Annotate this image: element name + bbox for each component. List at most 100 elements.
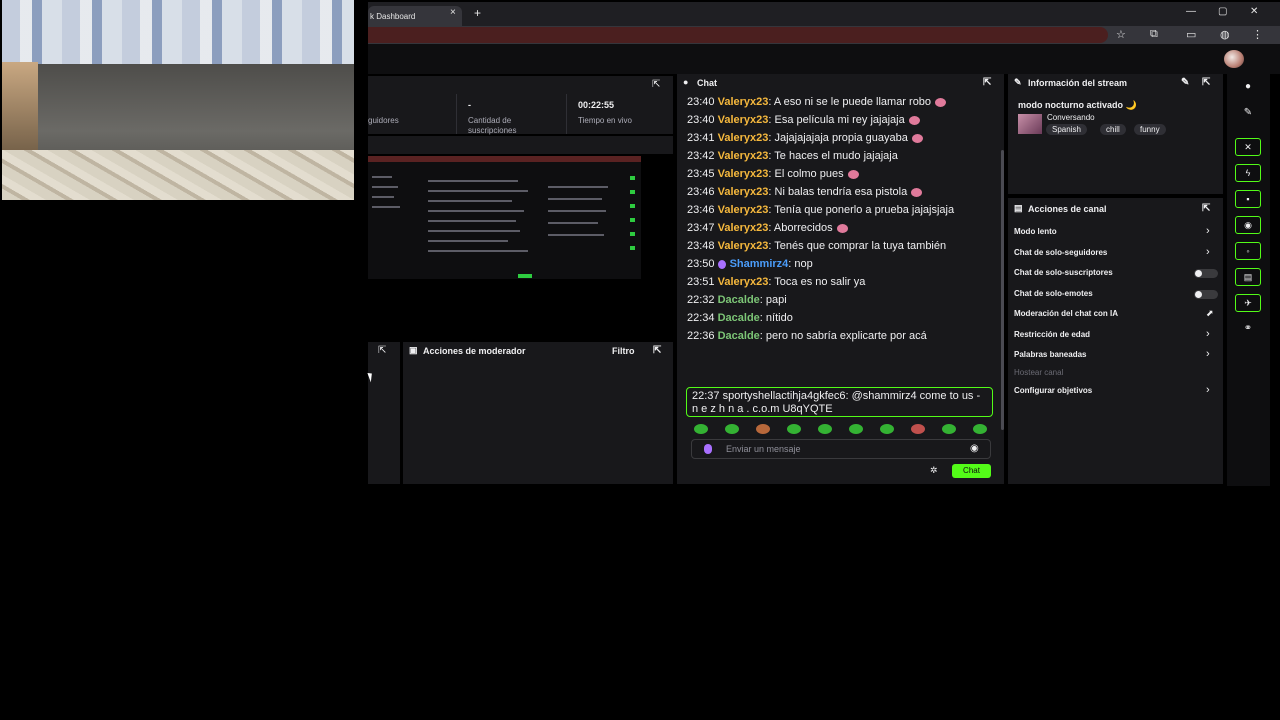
message-text: Toca es no salir ya xyxy=(774,276,866,288)
emote-button[interactable] xyxy=(694,424,708,434)
category-name[interactable]: Conversando xyxy=(1047,113,1095,122)
tab-title: k Dashboard xyxy=(370,12,416,21)
chevron-right-icon[interactable]: › xyxy=(1206,225,1210,237)
channel-action-label[interactable]: Modo lento xyxy=(1014,227,1057,236)
chat-scrollbar[interactable] xyxy=(1001,150,1004,430)
message-text: papi xyxy=(765,294,787,306)
new-tab-icon[interactable]: + xyxy=(474,6,481,20)
channel-actions-panel: ▤ Acciones de canal ⇱ xyxy=(1008,198,1223,484)
chat-input[interactable] xyxy=(726,443,966,455)
message-user[interactable]: Valeryx23 xyxy=(718,96,769,108)
emote-button[interactable] xyxy=(725,424,739,434)
sidepanel-icon[interactable]: ▭ xyxy=(1186,28,1196,41)
emote-button[interactable] xyxy=(818,424,832,434)
popout-icon[interactable]: ⇱ xyxy=(1202,203,1210,214)
chevron-right-icon[interactable]: › xyxy=(1206,246,1210,258)
browser-tab[interactable]: k Dashboard xyxy=(368,6,462,26)
mic-icon[interactable] xyxy=(704,444,712,454)
chevron-right-icon[interactable]: › xyxy=(1206,348,1210,360)
connections-icon[interactable]: ⚭ xyxy=(1235,320,1261,338)
message-user[interactable]: Valeryx23 xyxy=(718,132,769,144)
lightning-icon[interactable]: ϟ xyxy=(1235,164,1261,182)
filter-button[interactable]: Filtro xyxy=(612,346,635,356)
broadcast-icon[interactable]: ◦ xyxy=(1235,242,1261,260)
chevron-right-icon[interactable]: › xyxy=(1206,328,1210,340)
popout-icon[interactable]: ⇱ xyxy=(652,79,660,90)
channel-action-label[interactable]: Palabras baneadas xyxy=(1014,350,1086,359)
emote-button[interactable] xyxy=(911,424,925,434)
message-user[interactable]: sportyshellactihja4gkfec6 xyxy=(723,390,846,402)
emote-button[interactable] xyxy=(756,424,770,434)
emote-button[interactable] xyxy=(849,424,863,434)
message-user[interactable]: Valeryx23 xyxy=(718,186,769,198)
highlighted-message[interactable]: 22:37 sportyshellactihja4gkfec6: @shammi… xyxy=(686,387,993,417)
url-field[interactable] xyxy=(368,27,1108,43)
gear-icon[interactable]: ✲ xyxy=(930,465,938,476)
message-user[interactable]: Valeryx23 xyxy=(718,204,769,216)
message-user[interactable]: Shammirz4 xyxy=(730,258,789,270)
chat-bubble-icon[interactable]: ◉ xyxy=(1235,216,1261,234)
preview-line xyxy=(428,190,528,192)
message-text: nop xyxy=(794,258,813,270)
chevron-right-icon[interactable]: › xyxy=(1206,384,1210,396)
tab-close-icon[interactable]: × xyxy=(450,7,456,18)
chat-message: 23:42 Valeryx23: Te haces el mudo jajaja… xyxy=(687,150,987,163)
eye-icon[interactable]: ◉ xyxy=(970,443,979,454)
message-user[interactable]: Dacalde xyxy=(718,294,760,306)
message-user[interactable]: Valeryx23 xyxy=(718,168,769,180)
emote-button[interactable] xyxy=(787,424,801,434)
toggle-switch[interactable] xyxy=(1194,290,1218,299)
menu-icon[interactable]: ⋮ xyxy=(1252,28,1263,41)
message-user[interactable]: Valeryx23 xyxy=(718,222,769,234)
message-user[interactable]: Valeryx23 xyxy=(718,114,769,126)
tag-chip[interactable]: chill xyxy=(1100,124,1126,135)
note-icon[interactable]: ▪ xyxy=(1235,190,1261,208)
maximize-icon[interactable]: ▢ xyxy=(1218,6,1227,17)
channel-action-label[interactable]: Moderación del chat con IA xyxy=(1014,309,1118,318)
message-user[interactable]: Valeryx23 xyxy=(718,276,769,288)
message-user[interactable]: Dacalde xyxy=(718,330,760,342)
message-user[interactable]: Dacalde xyxy=(718,312,760,324)
preview-titlebar xyxy=(368,156,641,162)
stream-preview[interactable] xyxy=(368,156,641,279)
popout-icon[interactable]: ⇱ xyxy=(378,345,386,356)
send-chat-button[interactable]: Chat xyxy=(952,464,991,478)
channel-action-label[interactable]: Chat de solo-suscriptores xyxy=(1014,268,1113,277)
preview-accent xyxy=(630,190,635,194)
profile-icon[interactable]: ◍ xyxy=(1220,28,1230,41)
channel-action-label[interactable]: Configurar objetivos xyxy=(1014,386,1092,395)
channel-action-label[interactable]: Restricción de edad xyxy=(1014,330,1090,339)
pencil-icon[interactable]: ✎ xyxy=(1235,104,1261,122)
popout-icon[interactable]: ⇱ xyxy=(653,345,661,356)
message-time: 23:47 xyxy=(687,222,715,234)
chat-message: 23:46 Valeryx23: Ni balas tendría esa pi… xyxy=(687,186,987,199)
wrench-icon[interactable]: ✈ xyxy=(1235,294,1261,312)
minimize-icon[interactable]: — xyxy=(1186,6,1196,17)
chart-icon[interactable]: ⬈ xyxy=(1206,308,1214,319)
popout-icon[interactable]: ⇱ xyxy=(983,77,991,88)
message-user[interactable]: Valeryx23 xyxy=(718,240,769,252)
avatar[interactable] xyxy=(1224,50,1244,68)
edit-icon[interactable]: ✎ xyxy=(1181,77,1189,88)
emote-button[interactable] xyxy=(880,424,894,434)
preview-line xyxy=(372,176,392,178)
message-user[interactable]: Valeryx23 xyxy=(718,150,769,162)
tag-chip[interactable]: Spanish xyxy=(1046,124,1087,135)
star-icon[interactable]: ☆ xyxy=(1116,28,1126,41)
emote-button[interactable] xyxy=(973,424,987,434)
message-time: 23:46 xyxy=(687,186,715,198)
window-close-icon[interactable]: ✕ xyxy=(1250,6,1258,17)
layout-icon[interactable]: ▤ xyxy=(1235,268,1261,286)
emote-button[interactable] xyxy=(942,424,956,434)
message-time: 23:46 xyxy=(687,204,715,216)
preview-line xyxy=(548,210,606,212)
tag-chip[interactable]: funny xyxy=(1134,124,1166,135)
info-icon[interactable]: ● xyxy=(1235,78,1261,96)
toggle-switch[interactable] xyxy=(1194,269,1218,278)
popout-icon[interactable]: ⇱ xyxy=(1202,77,1210,88)
chat-message: 23:40 Valeryx23: A eso ni se le puede ll… xyxy=(687,96,987,109)
channel-action-label[interactable]: Chat de solo-seguidores xyxy=(1014,248,1107,257)
channel-action-label[interactable]: Chat de solo-emotes xyxy=(1014,289,1093,298)
raid-icon[interactable]: ✕ xyxy=(1235,138,1261,156)
extensions-icon[interactable]: ⧉ xyxy=(1150,28,1158,41)
